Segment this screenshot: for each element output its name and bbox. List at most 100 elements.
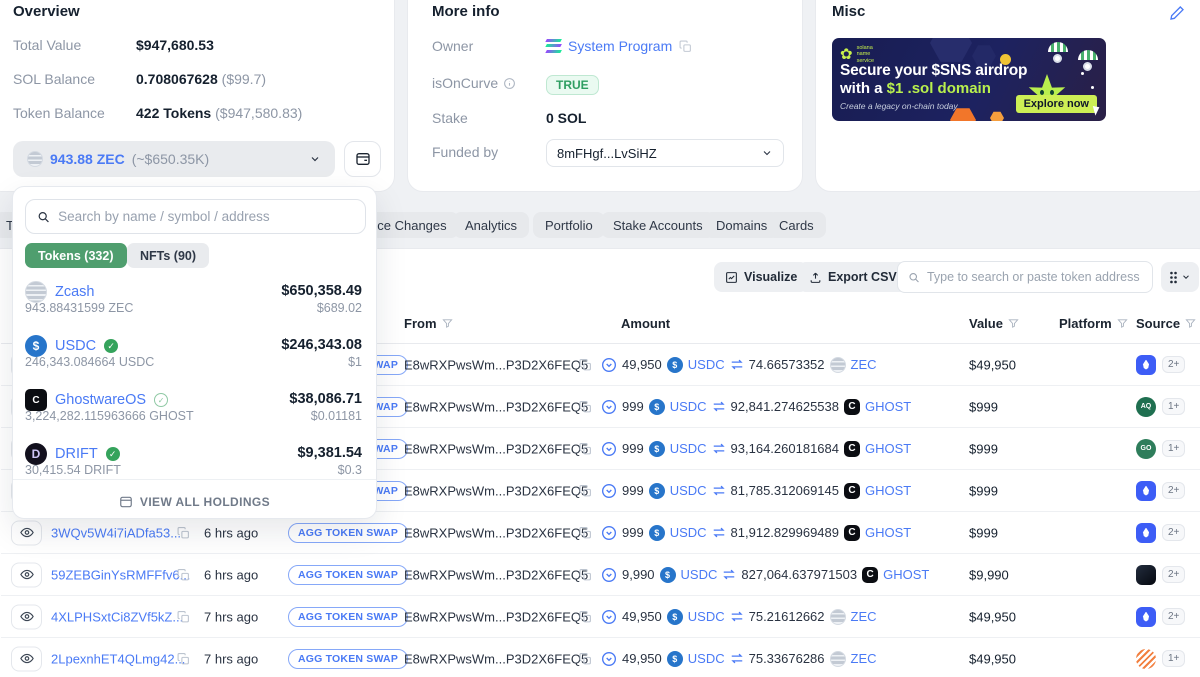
from-address[interactable]: E8wRXPwsWm...P3D2X6FEQ5 [404, 525, 588, 540]
source-count-badge[interactable]: 2+ [1162, 356, 1185, 373]
expand-icon[interactable] [601, 357, 617, 373]
source-icon[interactable] [1136, 565, 1156, 585]
source-count-badge[interactable]: 2+ [1162, 482, 1185, 499]
token-link[interactable]: USDC [670, 483, 707, 498]
expand-icon[interactable] [601, 525, 617, 541]
funded-by-select[interactable]: 8mFHgf...LvSiHZ [546, 139, 784, 167]
tab-portfolio[interactable]: Portfolio [533, 212, 605, 238]
action-badge[interactable]: AGG TOKEN SWAP [288, 607, 408, 627]
from-address[interactable]: E8wRXPwsWm...P3D2X6FEQ5 [404, 357, 588, 372]
token-link[interactable]: GHOST [883, 567, 929, 582]
token-link[interactable]: USDC [688, 357, 725, 372]
source-icon[interactable] [1136, 649, 1156, 669]
source-count-badge[interactable]: 1+ [1162, 650, 1185, 667]
token-name-link[interactable]: DRIFT [55, 446, 98, 462]
copy-icon[interactable] [177, 568, 190, 581]
copy-icon[interactable] [679, 40, 692, 53]
copy-icon[interactable] [177, 652, 190, 665]
source-icon[interactable] [1136, 607, 1156, 627]
copy-icon[interactable] [579, 484, 592, 497]
source-icon[interactable]: AQ [1136, 397, 1156, 417]
from-address[interactable]: E8wRXPwsWm...P3D2X6FEQ5 [404, 609, 588, 624]
token-link[interactable]: GHOST [865, 525, 911, 540]
owner-link[interactable]: System Program [568, 38, 672, 54]
source-count-badge[interactable]: 1+ [1162, 440, 1185, 457]
header-source[interactable]: Source [1136, 316, 1196, 331]
copy-icon[interactable] [579, 652, 592, 665]
expand-icon[interactable] [601, 651, 617, 667]
source-count-badge[interactable]: 2+ [1162, 566, 1185, 583]
expand-icon[interactable] [601, 441, 617, 457]
token-link[interactable]: USDC [681, 567, 718, 582]
expand-icon[interactable] [601, 609, 617, 625]
header-value[interactable]: Value [969, 316, 1019, 331]
action-badge[interactable]: AGG TOKEN SWAP [288, 523, 408, 543]
source-count-badge[interactable]: 2+ [1162, 608, 1185, 625]
copy-icon[interactable] [579, 526, 592, 539]
copy-icon[interactable] [579, 610, 592, 623]
from-address[interactable]: E8wRXPwsWm...P3D2X6FEQ5 [404, 399, 588, 414]
tokens-tab[interactable]: Tokens (332) [25, 243, 127, 268]
copy-icon[interactable] [579, 568, 592, 581]
source-icon[interactable]: GO [1136, 439, 1156, 459]
tab-analytics[interactable]: Analytics [453, 212, 529, 238]
tx-signature-link[interactable]: 3WQv5W4i7iADfa53... [51, 525, 181, 540]
action-badge[interactable]: AGG TOKEN SWAP [288, 649, 408, 669]
copy-icon[interactable] [177, 610, 190, 623]
tx-signature-link[interactable]: 4XLPHSxtCi8ZVf5kZ... [51, 609, 183, 624]
token-link[interactable]: GHOST [865, 441, 911, 456]
token-name-link[interactable]: Zcash [55, 284, 95, 300]
eye-button[interactable] [11, 562, 42, 587]
holdings-search[interactable] [25, 199, 366, 234]
token-link[interactable]: ZEC [851, 651, 877, 666]
info-icon[interactable] [503, 77, 516, 90]
token-search[interactable] [897, 261, 1153, 293]
filter-icon[interactable] [1117, 318, 1128, 329]
wallet-button[interactable] [344, 141, 381, 177]
token-link[interactable]: ZEC [851, 609, 877, 624]
token-selector[interactable]: 943.88 ZEC (~$650.35K) [13, 141, 335, 177]
copy-icon[interactable] [579, 442, 592, 455]
header-platform[interactable]: Platform [1059, 316, 1128, 331]
edit-button[interactable] [1169, 5, 1185, 21]
eye-button[interactable] [11, 520, 42, 545]
view-all-holdings-button[interactable]: VIEW ALL HOLDINGS [13, 491, 376, 513]
token-name-link[interactable]: USDC [55, 338, 96, 354]
eye-button[interactable] [11, 646, 42, 671]
copy-icon[interactable] [579, 358, 592, 371]
source-icon[interactable] [1136, 481, 1156, 501]
tx-signature-link[interactable]: 59ZEBGinYsRMFFfv6... [51, 567, 190, 582]
copy-icon[interactable] [579, 400, 592, 413]
copy-icon[interactable] [177, 526, 190, 539]
from-address[interactable]: E8wRXPwsWm...P3D2X6FEQ5 [404, 651, 588, 666]
token-search-input[interactable] [927, 270, 1142, 284]
token-link[interactable]: USDC [670, 399, 707, 414]
expand-icon[interactable] [601, 567, 617, 583]
ad-banner[interactable]: ✿ solana name service Secure your $SNS a… [832, 38, 1106, 121]
filter-icon[interactable] [1185, 318, 1196, 329]
from-address[interactable]: E8wRXPwsWm...P3D2X6FEQ5 [404, 567, 588, 582]
expand-icon[interactable] [601, 483, 617, 499]
from-address[interactable]: E8wRXPwsWm...P3D2X6FEQ5 [404, 483, 588, 498]
token-link[interactable]: USDC [688, 651, 725, 666]
token-link[interactable]: USDC [670, 441, 707, 456]
export-csv-button[interactable]: Export CSV [798, 262, 908, 292]
filter-icon[interactable] [1008, 318, 1019, 329]
source-icon[interactable] [1136, 355, 1156, 375]
token-link[interactable]: GHOST [865, 399, 911, 414]
from-address[interactable]: E8wRXPwsWm...P3D2X6FEQ5 [404, 441, 588, 456]
token-link[interactable]: GHOST [865, 483, 911, 498]
token-name-link[interactable]: GhostwareOS [55, 392, 146, 408]
tab-stake-accounts[interactable]: Stake Accounts [601, 212, 715, 238]
eye-button[interactable] [11, 604, 42, 629]
source-icon[interactable] [1136, 523, 1156, 543]
source-count-badge[interactable]: 2+ [1162, 524, 1185, 541]
action-badge[interactable]: AGG TOKEN SWAP [288, 565, 408, 585]
expand-icon[interactable] [601, 399, 617, 415]
source-count-badge[interactable]: 1+ [1162, 398, 1185, 415]
visualize-button[interactable]: Visualize [714, 262, 808, 292]
filter-icon[interactable] [442, 318, 453, 329]
columns-button[interactable] [1161, 262, 1199, 292]
explore-now-button[interactable]: Explore now [1016, 95, 1097, 113]
token-link[interactable]: ZEC [851, 357, 877, 372]
